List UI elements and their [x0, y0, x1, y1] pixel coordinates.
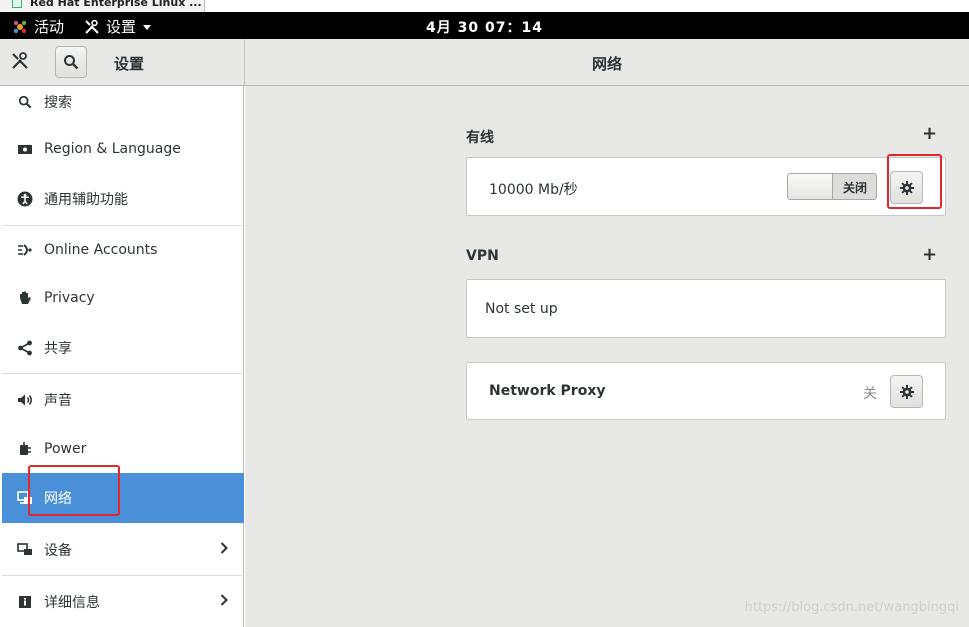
search-icon [16, 93, 34, 111]
gear-icon [899, 384, 914, 399]
network-panel: 有线 + 10000 Mb/秒 关闭 VPN + Not set up Netw… [245, 86, 969, 627]
sidebar-item-details[interactable]: 详细信息 [2, 576, 244, 627]
window-tab[interactable]: Red Hat Enterprise Linux ... [0, 0, 205, 12]
sidebar-item-label: 通用辅助功能 [44, 192, 128, 208]
info-icon [16, 593, 34, 611]
window-tab-title: Red Hat Enterprise Linux ... [30, 0, 202, 9]
network-proxy-label: Network Proxy [489, 383, 606, 399]
sidebar: 搜索 Region & Language 通用辅助功能 Online Accou… [2, 86, 244, 627]
sidebar-item-accessibility[interactable]: 通用辅助功能 [2, 174, 244, 224]
sidebar-item-region-language[interactable]: Region & Language [2, 124, 244, 174]
sidebar-item-label: 声音 [44, 392, 72, 409]
search-icon [64, 55, 79, 70]
vpn-row: Not set up [466, 279, 946, 338]
search-button[interactable] [55, 46, 87, 78]
flag-icon [16, 140, 34, 158]
sidebar-item-label: 设备 [44, 542, 72, 559]
devices-icon [16, 541, 34, 559]
share-icon [16, 339, 34, 357]
sidebar-item-devices[interactable]: 设备 [2, 524, 244, 575]
vpn-status: Not set up [485, 301, 558, 317]
app-icon [12, 0, 22, 8]
network-proxy-row[interactable]: Network Proxy 关 [466, 362, 946, 420]
chevron-right-icon [220, 593, 228, 610]
wired-connection-row: 10000 Mb/秒 关闭 [466, 157, 946, 216]
chevron-right-icon [220, 541, 228, 558]
switch-knob [788, 174, 833, 199]
network-proxy-status: 关 [863, 386, 877, 402]
top-bar: 活动 设置 4月 30 07：14 [0, 12, 969, 39]
sidebar-item-label: Privacy [44, 290, 95, 306]
sidebar-item-label: 详细信息 [44, 594, 100, 611]
add-wired-button[interactable]: + [922, 123, 937, 144]
sidebar-item-label: 搜索 [44, 94, 72, 111]
header-bar: 设置 网络 [0, 39, 969, 86]
speaker-icon [16, 391, 34, 409]
settings-tools-icon [10, 51, 30, 75]
power-plug-icon [16, 440, 34, 458]
highlight-box [28, 465, 120, 516]
sidebar-item-label: Power [44, 441, 87, 457]
sidebar-item-privacy[interactable]: Privacy [2, 274, 244, 322]
add-vpn-button[interactable]: + [922, 244, 937, 265]
watermark: https://blog.csdn.net/wangbingqi [744, 600, 959, 615]
sidebar-item-label: 共享 [44, 340, 72, 357]
highlight-box [887, 154, 942, 209]
sidebar-header: 设置 [0, 39, 245, 85]
page-title: 网络 [591, 55, 622, 73]
clock[interactable]: 4月 30 07：14 [0, 17, 969, 37]
accessibility-icon [16, 190, 34, 208]
sidebar-item-sound[interactable]: 声音 [2, 374, 244, 425]
sidebar-item-search[interactable]: 搜索 [2, 86, 244, 117]
wired-toggle-switch[interactable]: 关闭 [787, 173, 877, 200]
hand-icon [16, 289, 34, 307]
sidebar-item-label: Online Accounts [44, 242, 158, 258]
vpn-section-title: VPN [466, 248, 499, 264]
settings-title: 设置 [114, 55, 145, 73]
wired-speed: 10000 Mb/秒 [489, 182, 578, 198]
sidebar-item-online-accounts[interactable]: Online Accounts [2, 226, 244, 274]
online-accounts-icon [16, 241, 34, 259]
wired-section-title: 有线 [466, 130, 494, 146]
switch-state-label: 关闭 [842, 181, 867, 195]
sidebar-item-sharing[interactable]: 共享 [2, 323, 244, 372]
sidebar-item-label: Region & Language [44, 141, 181, 157]
proxy-settings-button[interactable] [890, 375, 923, 408]
